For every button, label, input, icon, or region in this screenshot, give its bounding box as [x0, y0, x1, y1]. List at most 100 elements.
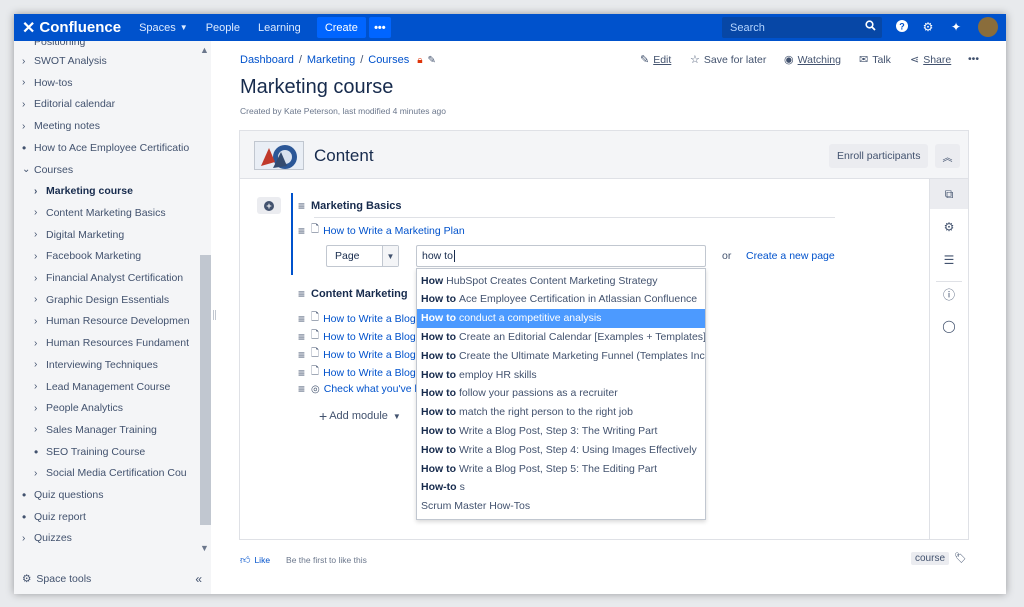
sidebar-tree-item[interactable]: • Quiz questions [22, 485, 103, 505]
settings-gear-icon[interactable]: ⚙ [920, 19, 936, 35]
suggestion-item[interactable]: How HubSpot Creates Content Marketing Str… [417, 271, 705, 290]
share-button[interactable]: ⋖ Share [910, 53, 951, 67]
suggestion-item[interactable]: How to Write a Blog Post, Step 3: The Wri… [417, 421, 705, 440]
chevron-right-icon[interactable]: › [22, 121, 34, 132]
lesson-item[interactable]: ≡ 🗋 How to Write a Blog [298, 364, 416, 381]
suggestion-item[interactable]: How to Write a Blog Post, Step 5: The Edi… [417, 459, 705, 478]
settings-gear-icon[interactable]: ⚙ [930, 212, 968, 242]
scroll-thumb[interactable] [200, 255, 211, 525]
sidebar-tree-item[interactable]: › Meeting notes [22, 116, 100, 136]
chevron-right-icon[interactable]: › [34, 251, 46, 262]
chevron-right-icon[interactable]: › [34, 424, 46, 435]
chevron-right-icon[interactable]: › [34, 207, 46, 218]
sidebar-tree-item[interactable]: • Quiz report [22, 507, 86, 527]
drag-handle-icon[interactable]: ≡ [298, 224, 305, 238]
drag-handle-icon[interactable]: ≡ [298, 287, 305, 301]
sidebar-tree-item[interactable]: ⌄ Courses [22, 160, 73, 180]
sidebar-tree-item[interactable]: › Lead Management Course [34, 377, 170, 397]
sidebar-tree-item[interactable]: › Editorial calendar [22, 94, 115, 114]
page-search-field[interactable]: how to [416, 245, 706, 267]
breadcrumb-marketing[interactable]: Marketing [307, 54, 355, 66]
chevron-right-icon[interactable]: › [34, 316, 46, 327]
copy-icon[interactable]: ⧉ [930, 179, 968, 209]
sidebar-tree-item[interactable]: › Interviewing Techniques [34, 355, 158, 375]
suggestion-item[interactable]: How to Create the Ultimate Marketing Funn… [417, 346, 705, 365]
lesson-type-select[interactable]: Page ▼ [326, 245, 399, 267]
collapse-sidebar-icon[interactable]: « [195, 572, 202, 586]
drag-handle-icon[interactable]: ≡ [298, 330, 305, 344]
chevron-right-icon[interactable]: › [34, 186, 46, 197]
chevron-right-icon[interactable]: › [22, 533, 34, 544]
tag-icon[interactable]: 🏷︎ [954, 553, 967, 564]
sidebar-tree-item[interactable]: › Financial Analyst Certification [34, 268, 183, 288]
chevron-down-icon[interactable]: ⌄ [22, 164, 34, 175]
chevron-right-icon[interactable]: › [34, 381, 46, 392]
lesson-link[interactable]: How to Write a Marketing Plan [323, 225, 465, 237]
add-module-button[interactable]: + Add module ▼ [319, 408, 401, 424]
sidebar-tree-item[interactable]: › Sales Manager Training [34, 420, 157, 440]
lesson-link[interactable]: How to Write a Blog [323, 331, 416, 343]
sidebar-tree-item[interactable]: › How-tos [22, 73, 73, 93]
nav-spaces[interactable]: Spaces ▼ [139, 22, 188, 34]
chevron-right-icon[interactable]: › [22, 56, 34, 67]
sidebar-tree-item[interactable]: • How to Ace Employee Certificatio [22, 138, 189, 158]
suggestion-item[interactable]: How-to s [417, 478, 705, 497]
add-lesson-button[interactable]: + [257, 197, 281, 214]
talk-button[interactable]: ✉ Talk [859, 53, 891, 67]
quiz-link[interactable]: Check what you've le [324, 383, 423, 395]
search-input[interactable]: Search [722, 17, 882, 38]
drag-handle-icon[interactable]: ≡ [298, 382, 305, 396]
collapse-panel-button[interactable]: ︽ [935, 144, 960, 168]
sidebar-tree-item[interactable]: › Social Media Certification Cou [34, 463, 187, 483]
module-content-marketing[interactable]: ≡ Content Marketing [298, 287, 408, 301]
sidebar-tree-item[interactable]: • SEO Training Course [34, 442, 145, 462]
confluence-logo[interactable]: ✕ Confluence [22, 18, 121, 38]
create-more-button[interactable]: ••• [368, 17, 391, 38]
breadcrumb-dashboard[interactable]: Dashboard [240, 54, 294, 66]
nav-people[interactable]: People [206, 22, 240, 34]
sidebar-scrollbar[interactable]: ▲ ▼ [200, 45, 211, 555]
chevron-right-icon[interactable]: › [22, 77, 34, 88]
sidebar-resize-handle[interactable] [213, 310, 216, 320]
lesson-item[interactable]: ≡ 🗋 How to Write a Marketing Plan [298, 222, 465, 239]
chevron-right-icon[interactable]: › [22, 99, 34, 110]
lesson-link[interactable]: How to Write a Blog [323, 313, 416, 325]
lesson-item[interactable]: ≡ 🗋 How to Write a Blog [298, 346, 416, 363]
scroll-up-icon[interactable]: ▲ [200, 45, 209, 55]
lesson-link[interactable]: How to Write a Blog [323, 349, 416, 361]
help-icon[interactable]: ? [894, 19, 910, 35]
chevron-right-icon[interactable]: › [34, 468, 46, 479]
comment-icon[interactable]: ◯ [930, 311, 968, 341]
drag-handle-icon[interactable]: ≡ [298, 312, 305, 326]
chevron-right-icon[interactable]: › [34, 403, 46, 414]
module-marketing-basics[interactable]: ≡ Marketing Basics [298, 199, 402, 213]
chevron-right-icon[interactable]: › [34, 229, 46, 240]
attachment-icon[interactable]: ✎ [428, 55, 436, 66]
sidebar-tree-item[interactable]: › Quizzes [22, 528, 72, 548]
suggestion-item[interactable]: How to employ HR skills [417, 365, 705, 384]
sidebar-tree-item[interactable]: › Content Marketing Basics [34, 203, 166, 223]
suggestion-item[interactable]: How to Ace Employee Certification in Atla… [417, 290, 705, 309]
sidebar-tree-item[interactable]: › Digital Marketing [34, 225, 124, 245]
lesson-item[interactable]: ≡ 🗋 How to Write a Blog [298, 328, 416, 345]
sidebar-tree-item[interactable]: › SWOT Analysis [22, 51, 107, 71]
drag-handle-icon[interactable]: ≡ [298, 199, 305, 213]
drag-handle-icon[interactable]: ≡ [298, 366, 305, 380]
nav-learning[interactable]: Learning [258, 22, 301, 34]
lesson-item[interactable]: ≡ 🗋 How to Write a Blog [298, 310, 416, 327]
create-new-page-link[interactable]: Create a new page [746, 250, 835, 262]
sidebar-tree-item[interactable]: › Human Resources Fundament [34, 333, 189, 353]
notifications-megaphone-icon[interactable]: ✦ [948, 19, 964, 35]
space-tools-button[interactable]: ⚙ Space tools « [22, 572, 202, 586]
help-circle-icon[interactable]: ⓘ [930, 279, 968, 309]
lesson-link[interactable]: How to Write a Blog [323, 367, 416, 379]
chevron-right-icon[interactable]: › [34, 273, 46, 284]
sidebar-tree-item[interactable]: › Marketing course [34, 181, 133, 201]
more-actions-button[interactable]: ••• [968, 53, 979, 65]
sidebar-tree-item[interactable]: › People Analytics [34, 398, 123, 418]
watching-button[interactable]: ◉ Watching [784, 53, 841, 67]
drag-handle-icon[interactable]: ≡ [298, 348, 305, 362]
sidebar-tree-item[interactable]: › Graphic Design Essentials [34, 290, 169, 310]
lock-icon[interactable]: 🔒︎ [417, 55, 422, 66]
breadcrumb-courses[interactable]: Courses [368, 54, 409, 66]
